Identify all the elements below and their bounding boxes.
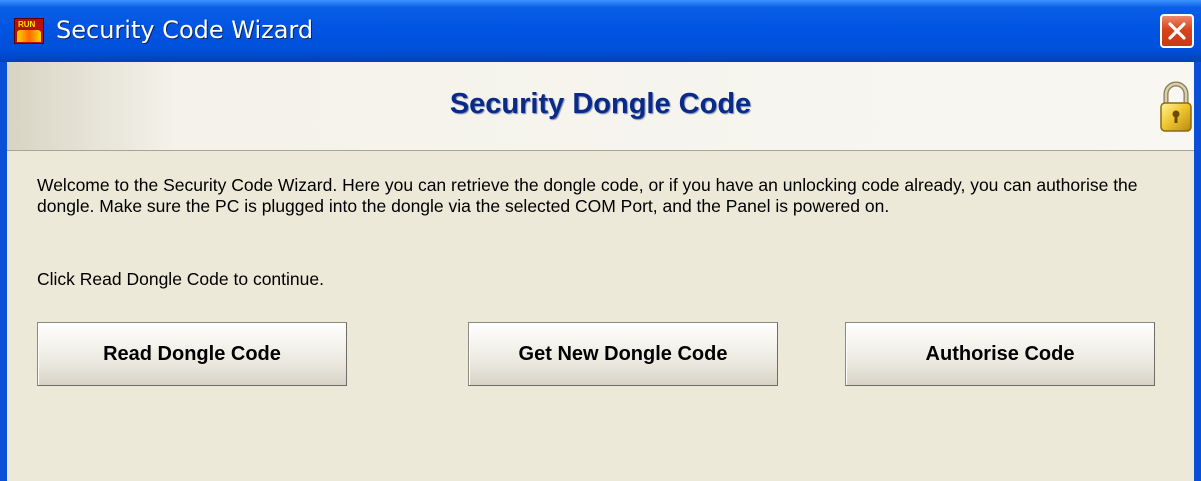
- window-title: Security Code Wizard: [56, 16, 314, 44]
- close-icon: [1168, 22, 1186, 40]
- read-dongle-code-button[interactable]: Read Dongle Code: [37, 322, 347, 386]
- title-bar[interactable]: RUN Security Code Wizard: [0, 0, 1201, 62]
- welcome-text: Welcome to the Security Code Wizard. Her…: [37, 175, 1138, 216]
- padlock-icon: [1160, 81, 1192, 132]
- instruction-text: Click Read Dongle Code to continue.: [37, 269, 324, 289]
- app-icon[interactable]: RUN: [14, 18, 44, 44]
- page-title: Security Dongle Code: [449, 88, 752, 120]
- authorise-code-button[interactable]: Authorise Code: [845, 322, 1155, 386]
- wizard-window: RUN Security Code Wizard Security Dongle…: [0, 0, 1201, 481]
- get-new-dongle-code-button[interactable]: Get New Dongle Code: [468, 322, 778, 386]
- flame-icon: [17, 30, 41, 42]
- app-icon-label: RUN: [18, 20, 36, 29]
- wizard-content: Welcome to the Security Code Wizard. Her…: [7, 151, 1194, 481]
- wizard-header: Security Dongle Code: [7, 62, 1194, 151]
- close-button[interactable]: [1160, 14, 1194, 48]
